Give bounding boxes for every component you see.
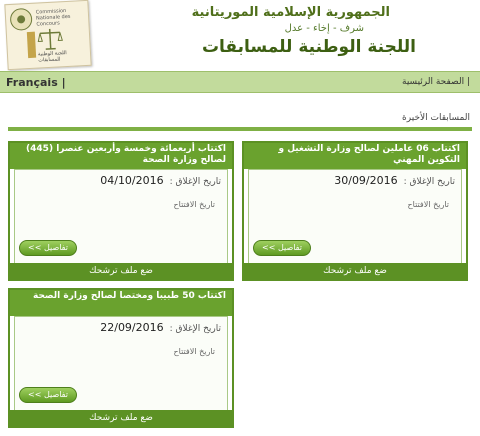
home-link[interactable]: | الصفحة الرئيسية — [402, 77, 470, 87]
closing-date-label: تاريخ الإغلاق : — [169, 177, 221, 187]
contest-card-body: تاريخ الإغلاق : 30/09/2016 تاريخ الافتتاح… — [248, 169, 462, 265]
national-motto: شرف - إخاء - عدل — [284, 23, 364, 34]
apply-button[interactable]: ضع ملف ترشحك — [244, 263, 466, 279]
closing-date-value: 04/10/2016 — [100, 174, 164, 187]
contest-card: اكتتاب أربعمائة وخمسة وأربعين عنصرا (445… — [8, 141, 234, 281]
details-button[interactable]: تفاصيل >> — [253, 240, 311, 256]
logo-bottom-text: اللجنة الوطنية للمسابقات — [37, 50, 67, 64]
closing-date-label: تاريخ الإغلاق : — [403, 177, 455, 187]
contest-card: اكتتاب 06 عاملين لصالح وزارة التشغيل و ا… — [242, 141, 468, 281]
logo-top-text: Commission Nationale des Concours — [35, 8, 71, 28]
apply-button[interactable]: ضع ملف ترشحك — [10, 263, 232, 279]
opening-date-label: تاريخ الافتتاح — [407, 200, 450, 209]
closing-date-value: 22/09/2016 — [100, 321, 164, 334]
contest-card: اكتتاب 50 طبيبا ومختصا لصالح وزارة الصحة… — [8, 288, 234, 428]
country-name: الجمهورية الإسلامية الموريتانية — [191, 5, 390, 20]
closing-date-value: 30/09/2016 — [334, 174, 398, 187]
opening-date-label: تاريخ الافتتاح — [173, 200, 216, 209]
closing-date-row: تاريخ الإغلاق : 04/10/2016 — [100, 174, 221, 187]
section-title: المسابقات الأخيرة — [402, 113, 470, 123]
apply-button[interactable]: ضع ملف ترشحك — [10, 410, 232, 426]
closing-date-label: تاريخ الإغلاق : — [169, 324, 221, 334]
contest-title[interactable]: اكتتاب 50 طبيبا ومختصا لصالح وزارة الصحة — [10, 290, 232, 316]
site-header: Commission Nationale des Concours اللجنة… — [0, 0, 480, 71]
language-switch-link[interactable]: Français | — [6, 76, 66, 89]
scales-of-justice-icon — [37, 28, 63, 50]
contest-title[interactable]: اكتتاب أربعمائة وخمسة وأربعين عنصرا (445… — [10, 143, 232, 169]
contest-title[interactable]: اكتتاب 06 عاملين لصالح وزارة التشغيل و ا… — [244, 143, 466, 169]
top-nav-bar: Français | | الصفحة الرئيسية — [0, 71, 480, 93]
contest-card-body: تاريخ الإغلاق : 04/10/2016 تاريخ الافتتاح… — [14, 169, 228, 265]
opening-date-label: تاريخ الافتتاح — [173, 347, 216, 356]
closing-date-row: تاريخ الإغلاق : 22/09/2016 — [100, 321, 221, 334]
site-title: اللجنة الوطنية للمسابقات — [201, 37, 416, 57]
details-button[interactable]: تفاصيل >> — [19, 240, 77, 256]
national-seal-icon — [9, 7, 33, 31]
closing-date-row: تاريخ الإغلاق : 30/09/2016 — [334, 174, 455, 187]
contest-card-body: تاريخ الإغلاق : 22/09/2016 تاريخ الافتتاح… — [14, 316, 228, 412]
bookmark-ribbon-icon — [26, 31, 37, 59]
section-divider — [8, 127, 472, 131]
details-button[interactable]: تفاصيل >> — [19, 387, 77, 403]
commission-logo[interactable]: Commission Nationale des Concours اللجنة… — [4, 0, 92, 71]
